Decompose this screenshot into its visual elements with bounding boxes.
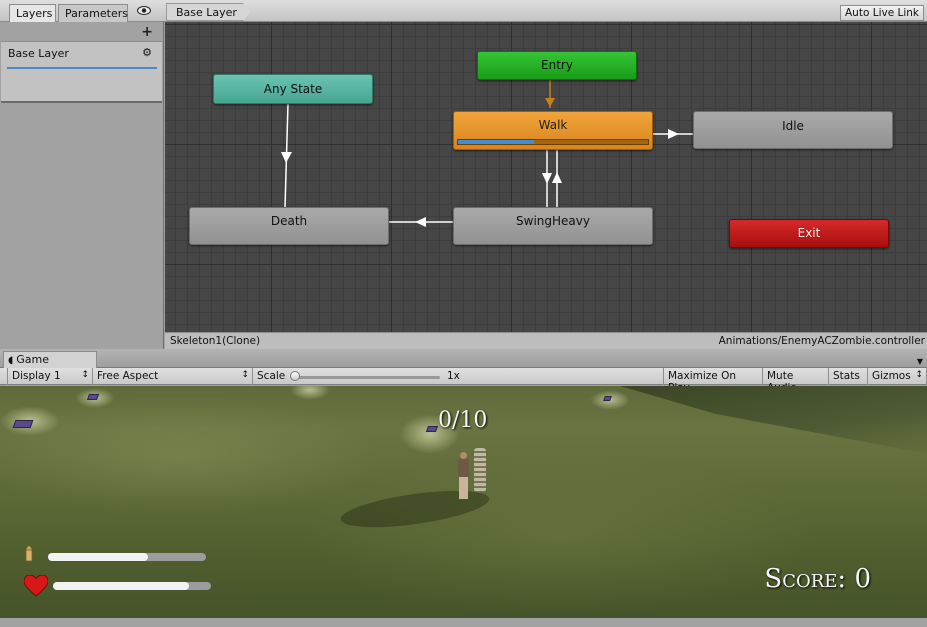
pickup-glow [290, 386, 330, 400]
scale-value: 1x [447, 370, 460, 382]
ammo-bar [48, 553, 206, 561]
animator-toolbar: Layers Parameters Base Layer Auto Live L… [0, 0, 927, 22]
game-tab-bar: ◖ Game ▼ [0, 349, 927, 368]
display-dropdown[interactable]: Display 1 [7, 368, 93, 385]
tab-game[interactable]: ◖ Game [3, 351, 97, 368]
arrow-walk-idle [668, 129, 679, 139]
layer-name: Base Layer [8, 47, 69, 60]
layer-item[interactable]: Base Layer ⚙ [1, 41, 162, 103]
state-death[interactable]: Death [189, 207, 389, 245]
aspect-dropdown[interactable]: Free Aspect [93, 368, 253, 385]
controller-path-label[interactable]: Animations/EnemyACZombie.controller [719, 335, 925, 347]
arrow-swing-death [415, 217, 426, 227]
layers-panel: + Base Layer ⚙ [0, 22, 164, 349]
pickup-item [12, 420, 34, 428]
mute-audio-toggle[interactable]: Mute Audio [763, 368, 829, 394]
animator-status-bar: Skeleton1(Clone) Animations/EnemyACZombi… [165, 332, 927, 349]
state-swing-heavy[interactable]: SwingHeavy [453, 207, 653, 245]
arrow-entry-walk [545, 98, 555, 107]
ammo-bar-fill [48, 553, 148, 561]
state-idle[interactable]: Idle [693, 111, 893, 149]
layer-weight-bar [7, 67, 157, 69]
gear-icon[interactable]: ⚙ [142, 46, 152, 59]
state-machine-graph[interactable]: Entry Any State Walk Idle Death SwingHea… [165, 22, 927, 332]
scale-slider-track[interactable] [294, 376, 440, 379]
walk-progress-fill [458, 140, 534, 144]
kill-counter: 0/10 [438, 408, 488, 433]
health-bar [53, 582, 211, 590]
state-entry[interactable]: Entry [477, 51, 637, 80]
tab-layers[interactable]: Layers [9, 4, 56, 22]
arrow-any-death [281, 152, 292, 163]
score-label: Score: 0 [764, 564, 871, 594]
bullet-icon [25, 546, 33, 562]
terrain-ridge [620, 386, 927, 456]
state-walk[interactable]: Walk [453, 111, 653, 150]
maximize-on-play-toggle[interactable]: Maximize On Play [663, 368, 763, 394]
arrow-walk-swing [542, 173, 552, 184]
walk-progress-bar [457, 139, 649, 145]
player-character [456, 452, 470, 500]
gizmos-dropdown[interactable]: Gizmos [868, 368, 927, 385]
state-walk-label: Walk [538, 118, 568, 132]
arrow-swing-walk [552, 172, 562, 183]
breadcrumb[interactable]: Base Layer [166, 3, 251, 21]
selected-object-label: Skeleton1(Clone) [170, 335, 261, 347]
game-window: ◖Game ▼ Display 1 Free Aspect Scale 1x M… [0, 349, 927, 627]
panel-menu-icon[interactable]: ▼ [917, 357, 923, 366]
game-toolbar: Display 1 Free Aspect Scale 1x Maximize … [0, 368, 927, 394]
add-layer-button[interactable]: + [141, 24, 153, 40]
game-bottom-border [0, 618, 927, 627]
tab-game-label: Game [16, 353, 50, 366]
game-viewport[interactable]: 0/10 Score: 0 [0, 386, 927, 618]
state-any-state[interactable]: Any State [213, 74, 373, 104]
auto-live-link-button[interactable]: Auto Live Link [840, 5, 924, 21]
health-bar-fill [53, 582, 189, 590]
stats-toggle[interactable]: Stats [829, 368, 868, 385]
tab-parameters[interactable]: Parameters [58, 4, 128, 22]
state-exit[interactable]: Exit [729, 219, 889, 248]
heart-icon [24, 575, 48, 597]
scale-label: Scale [257, 370, 286, 382]
eye-icon[interactable] [137, 6, 151, 15]
animator-window: Layers Parameters Base Layer Auto Live L… [0, 0, 927, 349]
skeleton-enemy [474, 448, 486, 492]
game-controller-icon: ◖ [8, 355, 14, 366]
scale-slider-thumb[interactable] [290, 371, 300, 381]
